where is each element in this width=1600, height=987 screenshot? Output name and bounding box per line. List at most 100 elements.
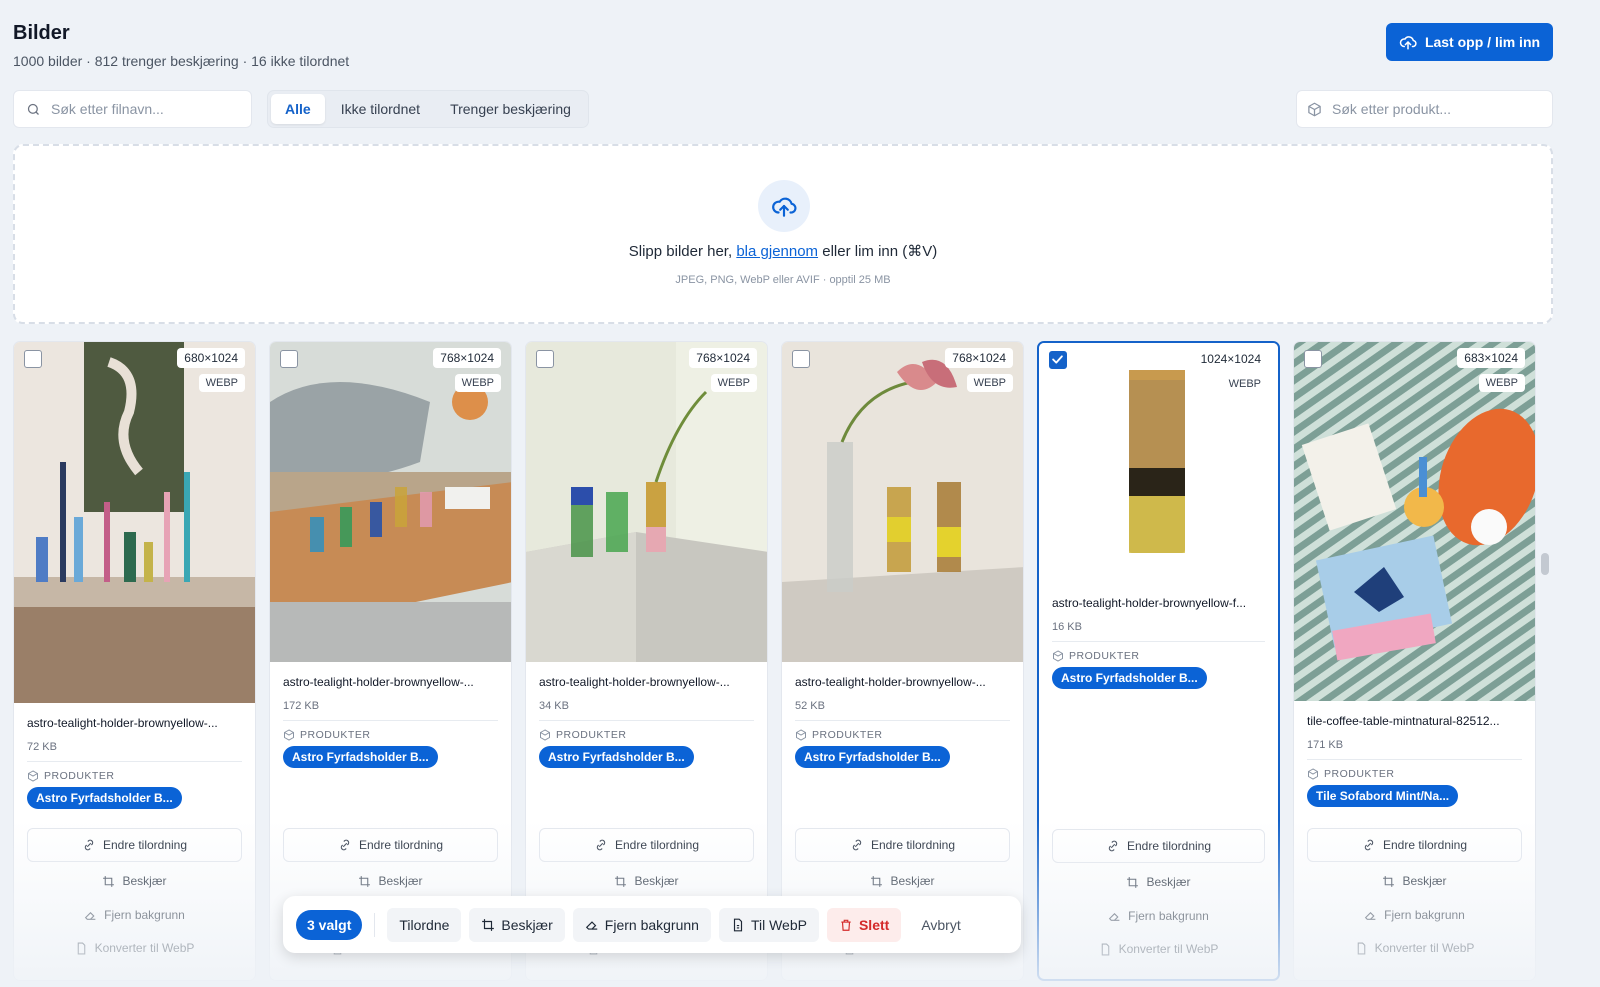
product-search-input[interactable] — [1332, 101, 1522, 117]
crop-action[interactable]: Beskjær — [1294, 874, 1535, 888]
reassign-button[interactable]: Endre tilordning — [1052, 829, 1265, 863]
divider — [1307, 759, 1522, 760]
convert-webp-action[interactable]: Konverter til WebP — [14, 941, 255, 955]
crop-icon — [871, 875, 883, 887]
divider — [27, 761, 242, 762]
card-meta: astro-tealight-holder-brownyellow-... 72… — [27, 716, 242, 809]
dimensions-badge: 1024×1024 — [1193, 349, 1268, 369]
dropzone-text: Slipp bilder her, bla gjennom eller lim … — [628, 243, 938, 260]
image-card[interactable]: 1024×1024 WEBP astro-tealight-holder-bro… — [1037, 341, 1280, 981]
page-title: Bilder — [13, 22, 70, 44]
format-badge: WEBP — [1478, 374, 1525, 392]
reassign-button[interactable]: Endre tilordning — [539, 828, 754, 862]
select-checkbox[interactable] — [1304, 350, 1322, 368]
page-header: Bilder 1000 bilder · 812 trenger beskjær… — [13, 22, 349, 69]
bulk-remove-background-button[interactable]: Fjern bakgrunn — [572, 907, 711, 942]
bulk-webp-button[interactable]: Til WebP — [718, 907, 819, 942]
remove-background-action[interactable]: Fjern bakgrunn — [1294, 908, 1535, 922]
crop-action[interactable]: Beskjær — [526, 874, 767, 888]
package-icon — [1053, 650, 1063, 662]
file-size: 172 KB — [283, 700, 320, 712]
file-name: astro-tealight-holder-brownyellow-... — [795, 675, 986, 689]
file-icon — [733, 918, 743, 931]
crop-action[interactable]: Beskjær — [270, 874, 511, 888]
file-size: 52 KB — [795, 700, 825, 712]
product-pill[interactable]: Astro Fyrfadsholder B... — [1052, 667, 1207, 689]
link-icon — [852, 839, 862, 851]
search-input[interactable] — [51, 101, 241, 117]
cancel-button[interactable]: Avbryt — [909, 908, 972, 942]
crop-action[interactable]: Beskjær — [14, 874, 255, 888]
assign-button[interactable]: Tilordne — [387, 907, 462, 942]
crop-icon — [1127, 876, 1139, 888]
remove-background-action[interactable]: Fjern bakgrunn — [14, 908, 255, 922]
eraser-icon — [585, 920, 598, 930]
select-checkbox[interactable] — [792, 350, 810, 368]
product-pill[interactable]: Tile Sofabord Mint/Na... — [1307, 785, 1459, 807]
scrollbar-thumb[interactable] — [1541, 553, 1549, 575]
reassign-button[interactable]: Endre tilordning — [1307, 828, 1522, 862]
image-card[interactable]: 683×1024 WEBP tile-coffee-table-mintnatu… — [1293, 341, 1536, 981]
check-icon — [1052, 355, 1063, 364]
bulk-delete-button[interactable]: Slett — [826, 907, 902, 942]
products-heading: PRODUKTER — [539, 729, 754, 741]
file-icon — [1101, 943, 1109, 955]
filename-search[interactable] — [13, 90, 252, 128]
reassign-button[interactable]: Endre tilordning — [795, 828, 1010, 862]
tab-all[interactable]: Alle — [271, 94, 325, 124]
image-card[interactable]: 768×1024 WEBP astro-tealight-holder-brow… — [781, 341, 1024, 981]
convert-webp-action[interactable]: Konverter til WebP — [1294, 941, 1535, 955]
divider — [283, 720, 498, 721]
file-name: tile-coffee-table-mintnatural-82512... — [1307, 714, 1500, 728]
browse-link[interactable]: bla gjennom — [736, 243, 818, 260]
dimensions-badge: 768×1024 — [689, 348, 757, 368]
upload-button[interactable]: Last opp / lim inn — [1386, 23, 1553, 61]
image-card[interactable]: 768×1024 WEBP astro-tealight-holder-brow… — [525, 341, 768, 981]
file-name: astro-tealight-holder-brownyellow-... — [283, 675, 474, 689]
select-checkbox[interactable] — [536, 350, 554, 368]
products-heading: PRODUKTER — [795, 729, 1010, 741]
card-meta: astro-tealight-holder-brownyellow-... 34… — [539, 675, 754, 768]
format-badge: WEBP — [710, 374, 757, 392]
product-pill[interactable]: Astro Fyrfadsholder B... — [283, 746, 438, 768]
crop-action[interactable]: Beskjær — [1039, 875, 1278, 889]
tab-needs-crop[interactable]: Trenger beskjæring — [436, 94, 585, 124]
cloud-upload-icon — [772, 197, 797, 217]
reassign-button[interactable]: Endre tilordning — [27, 828, 242, 862]
convert-webp-action[interactable]: Konverter til WebP — [1039, 942, 1278, 956]
selection-count[interactable]: 3 valgt — [296, 909, 363, 940]
product-pill[interactable]: Astro Fyrfadsholder B... — [795, 746, 950, 768]
product-pill[interactable]: Astro Fyrfadsholder B... — [27, 787, 182, 809]
link-icon — [1108, 840, 1118, 852]
image-card[interactable]: 680×1024 WEBP astro-tealight-holder-brow… — [13, 341, 256, 981]
reassign-button[interactable]: Endre tilordning — [283, 828, 498, 862]
package-icon — [28, 770, 38, 782]
product-search[interactable] — [1296, 90, 1553, 128]
file-name: astro-tealight-holder-brownyellow-... — [27, 716, 218, 730]
divider — [374, 912, 376, 937]
divider — [1052, 641, 1265, 642]
card-meta: astro-tealight-holder-brownyellow-... 52… — [795, 675, 1010, 768]
upload-dropzone[interactable]: Slipp bilder her, bla gjennom eller lim … — [13, 144, 1553, 324]
card-meta: tile-coffee-table-mintnatural-82512... 1… — [1307, 714, 1522, 807]
tab-unassigned[interactable]: Ikke tilordnet — [327, 94, 434, 124]
format-badge: WEBP — [1221, 375, 1268, 393]
bulk-crop-button[interactable]: Beskjær — [469, 907, 565, 942]
crop-icon — [482, 918, 495, 931]
remove-background-action[interactable]: Fjern bakgrunn — [1039, 909, 1278, 923]
products-heading: PRODUKTER — [27, 770, 242, 782]
image-card[interactable]: 768×1024 WEBP astro-tealight-holder-brow… — [269, 341, 512, 981]
crop-action[interactable]: Beskjær — [782, 874, 1023, 888]
link-icon — [84, 839, 94, 851]
select-checkbox[interactable] — [24, 350, 42, 368]
format-badge: WEBP — [454, 374, 501, 392]
upload-button-label: Last opp / lim inn — [1424, 34, 1541, 50]
select-checkbox[interactable] — [280, 350, 298, 368]
select-checkbox[interactable] — [1049, 351, 1067, 369]
product-pill[interactable]: Astro Fyrfadsholder B... — [539, 746, 694, 768]
products-heading: PRODUKTER — [283, 729, 498, 741]
file-name: astro-tealight-holder-brownyellow-f... — [1052, 596, 1247, 610]
eraser-icon — [1364, 911, 1376, 920]
dimensions-badge: 680×1024 — [177, 348, 245, 368]
format-badge: WEBP — [966, 374, 1013, 392]
